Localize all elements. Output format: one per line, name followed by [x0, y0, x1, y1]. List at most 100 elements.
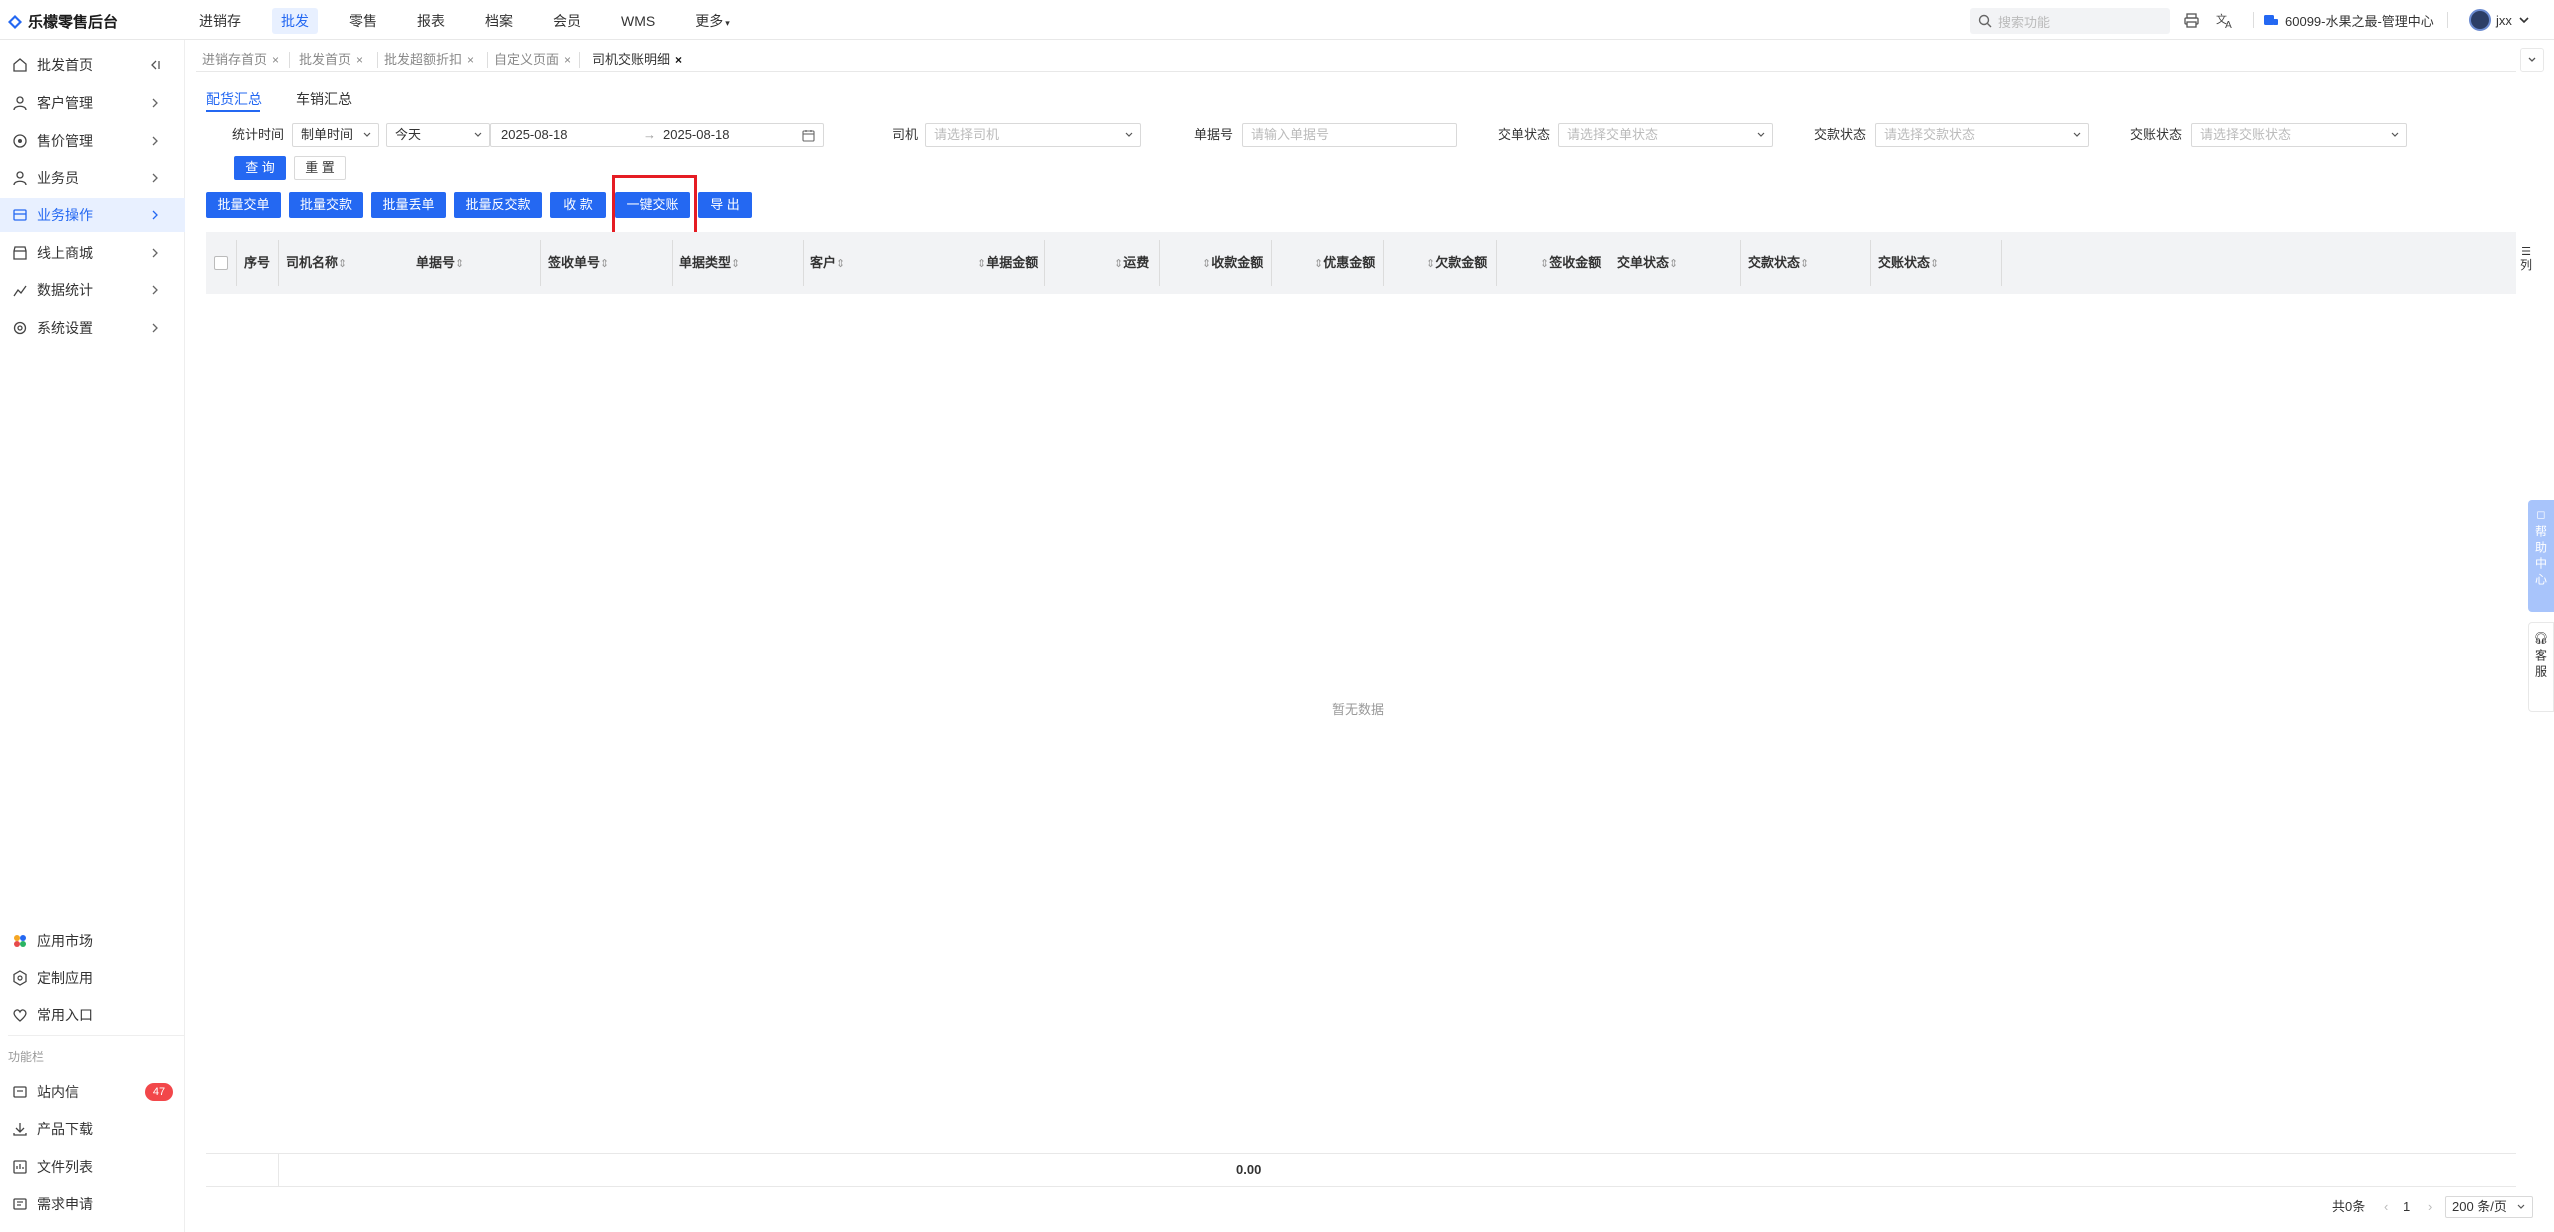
file-list-icon — [13, 1160, 27, 1174]
column-header-signed-amount[interactable]: ⇕签收金额 — [1540, 232, 1601, 294]
sidebar-item-customers[interactable]: 客户管理 — [0, 86, 185, 120]
account-status-select[interactable]: 请选择交账状态 — [2191, 123, 2407, 147]
order-status-select[interactable]: 请选择交单状态 — [1558, 123, 1773, 147]
close-icon[interactable]: × — [467, 47, 474, 73]
nav-more[interactable]: 更多 ▾ — [686, 8, 739, 34]
page-number-current[interactable]: 1 — [2403, 1196, 2410, 1218]
pay-status-select[interactable]: 请选择交款状态 — [1875, 123, 2089, 147]
nav-wholesale[interactable]: 批发 — [272, 8, 318, 34]
driver-select[interactable]: 请选择司机 — [925, 123, 1141, 147]
sidebar-item-custom-apps[interactable]: 定制应用 — [0, 961, 185, 995]
reset-button[interactable]: 重 置 — [294, 156, 346, 180]
app-logo[interactable]: 乐檬零售后台 — [8, 11, 118, 32]
sidebar-item-files[interactable]: 文件列表 — [0, 1150, 185, 1184]
translate-icon[interactable]: 文A — [2216, 0, 2234, 40]
sidebar-item-operations[interactable]: 业务操作 — [0, 198, 185, 232]
close-icon[interactable]: × — [356, 47, 363, 73]
column-header-doc-amount[interactable]: ⇕单据金额 — [977, 232, 1038, 294]
customer-service-tab[interactable]: 🎧︎ 客服 — [2528, 622, 2554, 712]
page-tab-wholesale-home[interactable]: 批发首页 × — [295, 47, 367, 73]
time-type-select[interactable]: 制单时间 — [292, 123, 379, 147]
column-header-doc-type[interactable]: 单据类型⇕ — [679, 232, 740, 294]
nav-archives[interactable]: 档案 — [476, 8, 522, 34]
user-menu[interactable]: jxx — [2469, 0, 2530, 40]
chevron-down-icon — [1125, 132, 1133, 137]
sidebar-item-favorites[interactable]: 常用入口 — [0, 998, 185, 1032]
sidebar-item-salesman[interactable]: 业务员 — [0, 161, 185, 195]
sort-icon: ⇕ — [455, 258, 465, 270]
column-header-arrears-amount[interactable]: ⇕欠款金额 — [1426, 232, 1487, 294]
chevron-right-icon — [152, 323, 158, 333]
doc-no-input[interactable]: 请输入单据号 — [1242, 123, 1457, 147]
date-range-picker[interactable]: 2025-08-18 → 2025-08-18 — [490, 123, 824, 147]
chevron-right-icon — [152, 136, 158, 146]
column-header-customer[interactable]: 客户⇕ — [810, 232, 845, 294]
select-all-checkbox[interactable] — [214, 256, 228, 270]
column-header-doc-no[interactable]: 单据号⇕ — [416, 232, 464, 294]
batch-lost-order-button[interactable]: 批量丢单 — [371, 192, 446, 218]
column-header-receipt-no[interactable]: 签收单号⇕ — [548, 232, 609, 294]
close-icon[interactable]: × — [564, 47, 571, 73]
prev-page-button[interactable]: ‹ — [2384, 1196, 2388, 1218]
collapse-sidebar-icon[interactable] — [147, 57, 163, 73]
column-header-received-amount[interactable]: ⇕收款金额 — [1202, 232, 1263, 294]
column-header-pay-status[interactable]: 交款状态⇕ — [1748, 232, 1809, 294]
sidebar-item-settings[interactable]: 系统设置 — [0, 311, 185, 345]
column-header-label: 交账状态 — [1878, 255, 1931, 270]
close-icon[interactable]: × — [272, 47, 279, 73]
sidebar-item-messages[interactable]: 站内信 47 — [0, 1075, 185, 1109]
nav-inventory[interactable]: 进销存 — [190, 8, 250, 34]
export-button[interactable]: 导 出 — [698, 192, 752, 218]
chart-icon — [13, 285, 27, 297]
nav-retail[interactable]: 零售 — [340, 8, 386, 34]
search-input[interactable]: 搜索功能 — [1970, 8, 2170, 34]
tabs-dropdown-button[interactable] — [2520, 48, 2544, 72]
page-tab-excess-discount[interactable]: 批发超额折扣 × — [380, 47, 478, 73]
column-header-driver-name[interactable]: 司机名称⇕ — [286, 232, 347, 294]
page-tab-custom-page[interactable]: 自定义页面 × — [490, 47, 575, 73]
column-header-order-status[interactable]: 交单状态⇕ — [1617, 232, 1678, 294]
pay-status-placeholder: 请选择交款状态 — [1884, 127, 1976, 142]
summary-total: 0.00 — [1236, 1162, 1262, 1177]
query-button[interactable]: 查 询 — [234, 156, 286, 180]
batch-submit-order-button[interactable]: 批量交单 — [206, 192, 281, 218]
column-divider — [236, 240, 237, 286]
print-icon[interactable] — [2183, 0, 2200, 40]
account-status-placeholder: 请选择交账状态 — [2200, 127, 2292, 142]
nav-reports[interactable]: 报表 — [408, 8, 454, 34]
column-header-label: 司机名称 — [286, 255, 339, 270]
column-header-account-status[interactable]: 交账状态⇕ — [1878, 232, 1939, 294]
chevron-right-icon — [152, 98, 158, 108]
page-tab-driver-accounts[interactable]: 司机交账明细 × — [588, 47, 686, 73]
column-header-freight[interactable]: ⇕运费 — [1114, 232, 1149, 294]
help-center-tab[interactable]: ◻ 帮助中心 — [2528, 500, 2554, 612]
batch-reverse-payment-button[interactable]: 批量反交款 — [454, 192, 542, 218]
subtab-van-sales-summary[interactable]: 车销汇总 — [296, 86, 352, 112]
column-header-discount-amount[interactable]: ⇕优惠金额 — [1314, 232, 1375, 294]
column-divider — [803, 240, 804, 286]
nav-members[interactable]: 会员 — [544, 8, 590, 34]
sidebar-item-downloads[interactable]: 产品下载 — [0, 1112, 185, 1146]
sidebar-item-label: 系统设置 — [37, 320, 93, 336]
collect-payment-button[interactable]: 收 款 — [550, 192, 606, 218]
nav-wms[interactable]: WMS — [612, 8, 664, 34]
store-switcher[interactable]: 60099-水果之最-管理中心 — [2263, 0, 2434, 40]
batch-submit-payment-button[interactable]: 批量交款 — [289, 192, 363, 218]
sidebar-item-pricing[interactable]: 售价管理 — [0, 124, 185, 158]
end-date: 2025-08-18 — [663, 127, 730, 142]
next-page-button[interactable]: › — [2428, 1196, 2432, 1218]
sidebar-item-app-market[interactable]: 应用市场 — [0, 924, 185, 958]
column-settings-button[interactable]: ☰ 列 — [2518, 246, 2534, 272]
chevron-right-icon — [152, 285, 158, 295]
page-tab-inventory-home[interactable]: 进销存首页 × — [198, 47, 283, 73]
store-icon — [2264, 15, 2278, 25]
page-size-select[interactable]: 200 条/页 — [2445, 1196, 2533, 1218]
close-icon[interactable]: × — [675, 47, 682, 73]
price-icon — [13, 134, 27, 148]
sidebar-item-requests[interactable]: 需求申请 — [0, 1187, 185, 1221]
range-select[interactable]: 今天 — [386, 123, 490, 147]
sidebar-item-online-mall[interactable]: 线上商城 — [0, 236, 185, 270]
sidebar-item-wholesale-home[interactable]: 批发首页 — [0, 48, 185, 82]
subtab-distribution-summary[interactable]: 配货汇总 — [206, 86, 262, 112]
sidebar-item-statistics[interactable]: 数据统计 — [0, 273, 185, 307]
